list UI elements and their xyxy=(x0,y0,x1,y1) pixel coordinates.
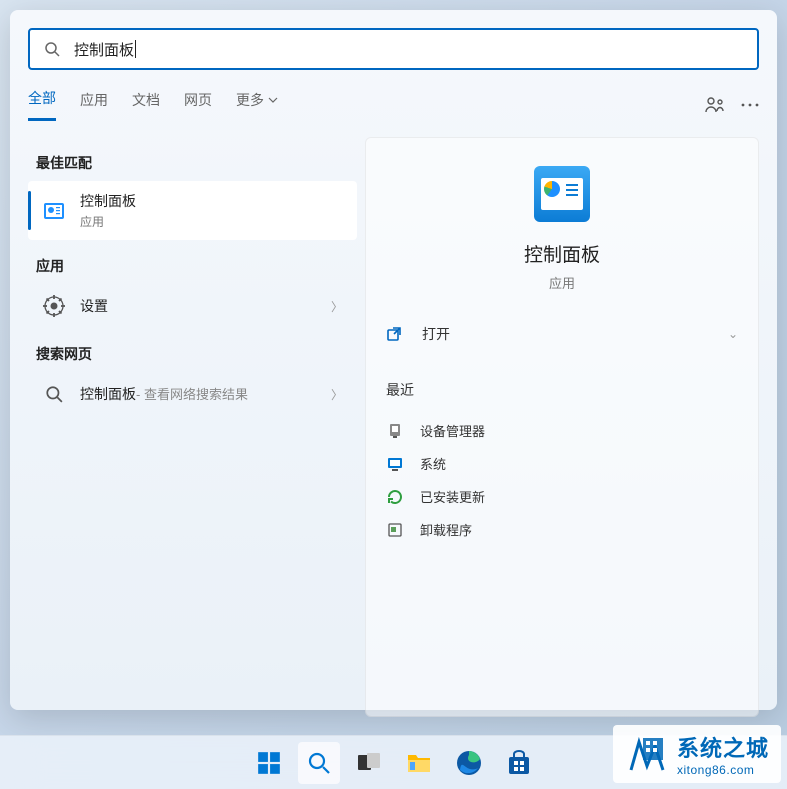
device-manager-icon xyxy=(386,422,404,440)
web-result[interactable]: 控制面板 - 查看网络搜索结果 〉 xyxy=(28,372,357,416)
file-explorer-button[interactable] xyxy=(398,742,440,784)
detail-title: 控制面板 xyxy=(386,240,738,267)
watermark-title: 系统之城 xyxy=(677,731,769,763)
apps-header: 应用 xyxy=(36,256,357,276)
open-icon xyxy=(386,326,402,342)
start-button[interactable] xyxy=(248,742,290,784)
detail-subtitle: 应用 xyxy=(386,273,738,292)
tab-web[interactable]: 网页 xyxy=(184,90,212,120)
recent-item-system[interactable]: 系统 xyxy=(386,447,738,480)
tab-documents[interactable]: 文档 xyxy=(132,90,160,120)
recent-item-installed-updates[interactable]: 已安装更新 xyxy=(386,480,738,513)
system-icon xyxy=(386,455,404,473)
search-input-container[interactable]: 控制面板 xyxy=(28,28,759,70)
search-button[interactable] xyxy=(298,742,340,784)
search-panel: 控制面板 全部 应用 文档 网页 更多 最佳匹配 xyxy=(10,10,777,710)
task-view-button[interactable] xyxy=(348,742,390,784)
updates-icon xyxy=(386,488,404,506)
chevron-right-icon: 〉 xyxy=(331,298,343,315)
result-title: 控制面板 xyxy=(80,384,136,404)
store-button[interactable] xyxy=(498,742,540,784)
uninstall-icon xyxy=(386,521,404,539)
watermark-url: xitong86.com xyxy=(677,763,769,777)
tab-more[interactable]: 更多 xyxy=(236,90,278,120)
tab-all[interactable]: 全部 xyxy=(28,88,56,121)
text-cursor xyxy=(135,40,136,58)
control-panel-icon xyxy=(42,199,66,223)
watermark: 系统之城 xitong86.com xyxy=(613,725,781,783)
search-query-text: 控制面板 xyxy=(74,39,134,60)
control-panel-large-icon xyxy=(534,166,590,222)
web-header: 搜索网页 xyxy=(36,344,357,364)
open-label: 打开 xyxy=(422,324,450,344)
open-action[interactable]: 打开 ⌄ xyxy=(386,324,738,344)
chevron-down-icon[interactable]: ⌄ xyxy=(728,327,738,341)
detail-pane: 控制面板 应用 打开 ⌄ 最近 设备管理器 系统 已安装更新 xyxy=(365,137,759,717)
settings-icon xyxy=(42,294,66,318)
filter-tabs: 全部 应用 文档 网页 更多 xyxy=(28,88,759,121)
edge-button[interactable] xyxy=(448,742,490,784)
search-icon xyxy=(42,382,66,406)
watermark-logo-icon xyxy=(625,732,669,776)
search-icon xyxy=(44,41,60,57)
recent-item-device-manager[interactable]: 设备管理器 xyxy=(386,414,738,447)
chevron-down-icon xyxy=(268,95,278,105)
chevron-right-icon: 〉 xyxy=(331,386,343,403)
result-subtitle: 应用 xyxy=(80,213,343,230)
tab-apps[interactable]: 应用 xyxy=(80,90,108,120)
result-title: 设置 xyxy=(80,296,331,316)
account-icon[interactable] xyxy=(705,96,725,114)
more-options-icon[interactable] xyxy=(741,97,759,113)
app-result-settings[interactable]: 设置 〉 xyxy=(28,284,357,328)
recent-item-uninstall[interactable]: 卸载程序 xyxy=(386,513,738,546)
recent-header: 最近 xyxy=(386,380,738,400)
best-match-header: 最佳匹配 xyxy=(36,153,357,173)
best-match-result[interactable]: 控制面板 应用 xyxy=(28,181,357,240)
result-title: 控制面板 xyxy=(80,191,343,211)
result-extra: - 查看网络搜索结果 xyxy=(136,384,248,403)
results-column: 最佳匹配 控制面板 应用 应用 设置 〉 搜索网页 xyxy=(10,137,365,717)
